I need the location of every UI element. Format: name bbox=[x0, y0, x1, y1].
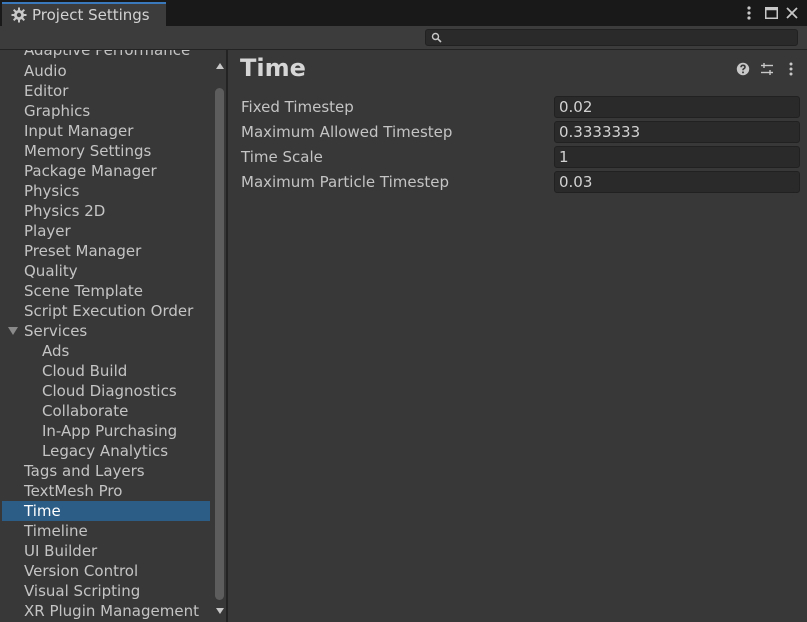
close-icon bbox=[786, 7, 798, 19]
sidebar-item-textmesh-pro[interactable]: TextMesh Pro bbox=[2, 481, 210, 501]
sidebar-item-audio[interactable]: Audio bbox=[2, 61, 210, 81]
sidebar-item-label: Package Manager bbox=[24, 162, 157, 180]
sidebar-item-label: Services bbox=[24, 322, 88, 340]
sidebar-item-time[interactable]: Time bbox=[2, 501, 210, 521]
sidebar-item-label: Player bbox=[24, 222, 71, 240]
maximum-particle-timestep-field[interactable]: 0.03 bbox=[554, 171, 800, 193]
sidebar-item-label: Physics bbox=[24, 182, 80, 200]
fold-triangle-icon[interactable] bbox=[8, 327, 18, 335]
maximum-allowed-timestep-label: Maximum Allowed Timestep bbox=[241, 123, 453, 141]
sidebar-item-legacy-analytics[interactable]: Legacy Analytics bbox=[2, 441, 210, 461]
sidebar-item-ads[interactable]: Ads bbox=[2, 341, 210, 361]
sidebar-item-editor[interactable]: Editor bbox=[2, 81, 210, 101]
sidebar-item-label: Preset Manager bbox=[24, 242, 142, 260]
sidebar-item-preset-manager[interactable]: Preset Manager bbox=[2, 241, 210, 261]
sidebar-item-quality[interactable]: Quality bbox=[2, 261, 210, 281]
sidebar-item-label: Time bbox=[24, 502, 61, 520]
sidebar-item-label: In-App Purchasing bbox=[42, 422, 178, 440]
sidebar-item-cloud-diagnostics[interactable]: Cloud Diagnostics bbox=[2, 381, 210, 401]
window-menu-button[interactable] bbox=[740, 4, 758, 22]
gear-icon bbox=[11, 7, 27, 23]
sidebar-item-timeline[interactable]: Timeline bbox=[2, 521, 210, 541]
sidebar-item-label: Quality bbox=[24, 262, 78, 280]
sidebar-item-xr-plugin-management[interactable]: XR Plugin Management bbox=[2, 601, 210, 621]
maximum-allowed-timestep-field[interactable]: 0.3333333 bbox=[554, 121, 800, 143]
fixed-timestep-label: Fixed Timestep bbox=[241, 98, 354, 116]
sidebar-item-services[interactable]: Services bbox=[2, 321, 210, 341]
sidebar-item-tags-and-layers[interactable]: Tags and Layers bbox=[2, 461, 210, 481]
sidebar-item-label: Physics 2D bbox=[24, 202, 106, 220]
more-vertical-icon[interactable] bbox=[785, 61, 801, 77]
sidebar-item-label: Tags and Layers bbox=[24, 462, 145, 480]
tab-project-settings[interactable]: Project Settings bbox=[2, 2, 166, 26]
more-vertical-icon bbox=[747, 6, 751, 20]
maximize-button[interactable] bbox=[762, 4, 780, 22]
sidebar-item-physics[interactable]: Physics bbox=[2, 181, 210, 201]
help-icon[interactable] bbox=[735, 61, 751, 77]
sidebar-item-script-execution-order[interactable]: Script Execution Order bbox=[2, 301, 210, 321]
sidebar-item-version-control[interactable]: Version Control bbox=[2, 561, 210, 581]
sidebar-item-label: Ads bbox=[42, 342, 70, 360]
sidebar-item-scene-template[interactable]: Scene Template bbox=[2, 281, 210, 301]
sidebar-item-graphics[interactable]: Graphics bbox=[2, 101, 210, 121]
sidebar-item-label: Version Control bbox=[24, 562, 139, 580]
sidebar-scrollbar[interactable] bbox=[213, 50, 226, 622]
sidebar-item-label: Graphics bbox=[24, 102, 91, 120]
sidebar-item-label: Timeline bbox=[24, 522, 88, 540]
maximize-icon bbox=[764, 7, 778, 19]
close-button[interactable] bbox=[783, 4, 801, 22]
sidebar-item-label: Script Execution Order bbox=[24, 302, 194, 320]
sidebar-item-input-manager[interactable]: Input Manager bbox=[2, 121, 210, 141]
sidebar-item-label: Legacy Analytics bbox=[42, 442, 169, 460]
sidebar-item-label: Cloud Build bbox=[42, 362, 128, 380]
sidebar-item-adaptive-performance[interactable]: Adaptive Performance bbox=[2, 50, 210, 60]
title-bar: Project Settings bbox=[0, 0, 807, 26]
sidebar-item-visual-scripting[interactable]: Visual Scripting bbox=[2, 581, 210, 601]
sidebar-item-label: Collaborate bbox=[42, 402, 129, 420]
time-scale-field[interactable]: 1 bbox=[554, 146, 800, 168]
sidebar-item-package-manager[interactable]: Package Manager bbox=[2, 161, 210, 181]
sidebar-item-label: Memory Settings bbox=[24, 142, 152, 160]
sidebar-item-label: Input Manager bbox=[24, 122, 134, 140]
sidebar-item-label: XR Plugin Management bbox=[24, 602, 199, 620]
toolbar bbox=[0, 26, 807, 50]
time-scale-label: Time Scale bbox=[241, 148, 323, 166]
project-settings-window: Project Settings Adaptive Performance Au… bbox=[0, 0, 807, 622]
sidebar-item-label: Cloud Diagnostics bbox=[42, 382, 177, 400]
property-row-maximum-allowed-timestep: Maximum Allowed Timestep 0.3333333 bbox=[241, 121, 800, 145]
sidebar-item-physics-2d[interactable]: Physics 2D bbox=[2, 201, 210, 221]
sidebar-item-cloud-build[interactable]: Cloud Build bbox=[2, 361, 210, 381]
sidebar-item-player[interactable]: Player bbox=[2, 221, 210, 241]
sidebar-item-label: Adaptive Performance bbox=[24, 50, 191, 59]
sidebar-list: Adaptive Performance Audio Editor Graphics… bbox=[2, 50, 212, 622]
settings-sidebar: Adaptive Performance Audio Editor Graphics… bbox=[2, 50, 226, 622]
sidebar-item-label: TextMesh Pro bbox=[24, 482, 123, 500]
scrollbar-thumb[interactable] bbox=[215, 88, 224, 600]
tab-title: Project Settings bbox=[32, 6, 150, 24]
preset-sliders-icon[interactable] bbox=[759, 61, 775, 77]
sidebar-item-label: Scene Template bbox=[24, 282, 143, 300]
search-icon bbox=[431, 32, 442, 43]
search-input[interactable] bbox=[425, 29, 798, 46]
sidebar-item-memory-settings[interactable]: Memory Settings bbox=[2, 141, 210, 161]
sidebar-item-label: Visual Scripting bbox=[24, 582, 141, 600]
sidebar-item-label: UI Builder bbox=[24, 542, 98, 560]
sidebar-item-ui-builder[interactable]: UI Builder bbox=[2, 541, 210, 561]
property-row-time-scale: Time Scale 1 bbox=[241, 146, 800, 170]
sidebar-item-label: Audio bbox=[24, 62, 67, 80]
settings-content: Time Fixed Timestep 0.02 Maximum Allowed… bbox=[228, 50, 807, 622]
sidebar-item-label: Editor bbox=[24, 82, 69, 100]
sidebar-item-collaborate[interactable]: Collaborate bbox=[2, 401, 210, 421]
fixed-timestep-field[interactable]: 0.02 bbox=[554, 96, 800, 118]
property-row-maximum-particle-timestep: Maximum Particle Timestep 0.03 bbox=[241, 171, 800, 195]
page-title: Time bbox=[240, 54, 306, 82]
maximum-particle-timestep-label: Maximum Particle Timestep bbox=[241, 173, 450, 191]
sidebar-item-in-app-purchasing[interactable]: In-App Purchasing bbox=[2, 421, 210, 441]
scroll-up-arrow-icon[interactable] bbox=[215, 62, 225, 70]
scroll-down-arrow-icon[interactable] bbox=[215, 607, 225, 615]
property-row-fixed-timestep: Fixed Timestep 0.02 bbox=[241, 96, 800, 120]
